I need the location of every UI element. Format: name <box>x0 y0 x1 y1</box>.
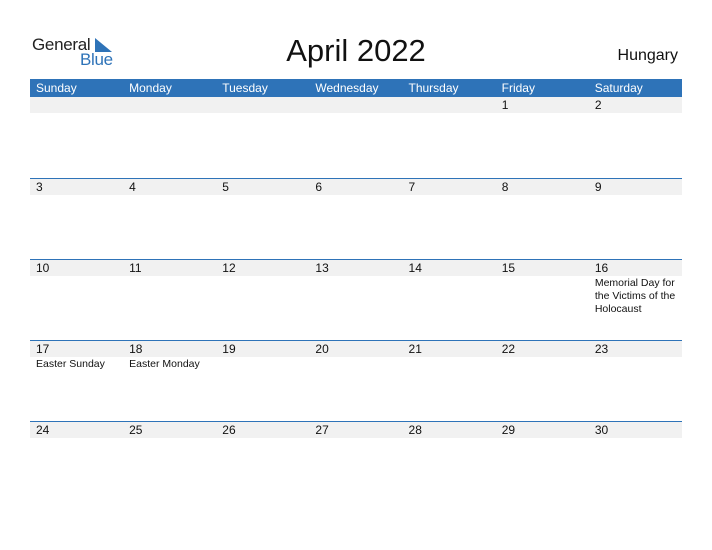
day-number: 12 <box>222 261 236 275</box>
day-cell: 28 <box>403 422 496 502</box>
day-cell: 26 <box>216 422 309 502</box>
weekday-header: Sunday Monday Tuesday Wednesday Thursday… <box>30 79 682 97</box>
day-cell: 23 <box>589 341 682 421</box>
day-number: 2 <box>594 98 602 112</box>
week-row: 10 11 12 13 14 15 16 Memorial Day for the Victi… <box>30 259 682 340</box>
day-number: 5 <box>222 180 229 194</box>
day-cell: 18 Easter Monday <box>123 341 216 421</box>
weeks-container: 1 2 3 4 5 6 7 8 9 10 11 12 13 14 15 16 Memorial Day for … <box>30 97 682 502</box>
day-number: 6 <box>315 180 323 194</box>
day-number: 23 <box>594 342 609 356</box>
day-cell: 22 <box>496 341 589 421</box>
day-cell: 16 Memorial Day for the Victims of the Ho… <box>589 260 682 340</box>
day-cell: 14 <box>403 260 496 340</box>
day-cell: 5 <box>216 179 309 259</box>
day-number: 3 <box>36 180 43 194</box>
day-cell: 12 <box>216 260 309 340</box>
weekday-friday: Friday <box>501 81 535 95</box>
day-cell: 3 <box>30 179 123 259</box>
day-cell: 20 <box>309 341 402 421</box>
day-number: 27 <box>315 423 329 437</box>
day-cell: 7 <box>403 179 496 259</box>
day-number <box>222 97 309 113</box>
weekday-thursday: Thursday <box>408 81 459 95</box>
calendar-title: April 2022 <box>286 33 426 68</box>
day-number: 7 <box>408 180 416 194</box>
day-cell: 11 <box>123 260 216 340</box>
day-number: 13 <box>315 261 329 275</box>
week-row: 17 Easter Sunday 18 Easter Monday 19 20 21 22 23 <box>30 340 682 421</box>
week-row: 3 4 5 6 7 8 9 <box>30 178 682 259</box>
day-number: 29 <box>501 423 516 437</box>
day-number: 25 <box>129 423 143 437</box>
day-number: 20 <box>315 342 329 356</box>
day-cell: 21 <box>403 341 496 421</box>
day-number <box>315 97 402 113</box>
day-cell <box>123 97 216 178</box>
day-number: 26 <box>222 423 236 437</box>
day-cell: 10 <box>30 260 123 340</box>
day-cell: 19 <box>216 341 309 421</box>
day-number <box>129 97 216 113</box>
day-number <box>36 97 123 113</box>
day-number: 28 <box>408 423 422 437</box>
day-number: 21 <box>408 342 422 356</box>
day-cell: 27 <box>309 422 402 502</box>
weekday-tuesday: Tuesday <box>222 81 268 95</box>
day-cell <box>309 97 402 178</box>
day-number: 8 <box>501 180 509 194</box>
day-cell <box>403 97 496 178</box>
day-number: 16 <box>594 261 609 275</box>
day-number: 19 <box>222 342 236 356</box>
day-number: 15 <box>501 261 516 275</box>
weekday-monday: Monday <box>129 81 172 95</box>
holiday-label: Easter Monday <box>129 358 200 370</box>
day-number: 18 <box>129 342 143 356</box>
day-number: 4 <box>129 180 136 194</box>
day-cell <box>216 97 309 178</box>
calendar-grid: Sunday Monday Tuesday Wednesday Thursday… <box>30 79 682 502</box>
day-cell <box>30 97 123 178</box>
day-number: 9 <box>594 180 602 194</box>
day-cell: 4 <box>123 179 216 259</box>
day-cell: 17 Easter Sunday <box>30 341 123 421</box>
day-cell: 24 <box>30 422 123 502</box>
day-number: 24 <box>36 423 50 437</box>
holiday-label: Memorial Day for the Victims of the Holo… <box>594 277 676 315</box>
day-number <box>409 97 496 113</box>
day-cell: 1 <box>496 97 589 178</box>
day-cell: 15 <box>496 260 589 340</box>
day-number: 1 <box>501 98 509 112</box>
day-cell: 9 <box>589 179 682 259</box>
day-cell: 25 <box>123 422 216 502</box>
week-row: 12 <box>30 97 682 178</box>
day-cell: 6 <box>309 179 402 259</box>
country-label: Hungary <box>617 47 678 64</box>
day-number: 30 <box>594 423 609 437</box>
day-number: 11 <box>129 261 142 275</box>
day-number: 10 <box>36 261 50 275</box>
day-cell: 13 <box>309 260 402 340</box>
day-number: 22 <box>501 342 516 356</box>
holiday-label: Easter Sunday <box>36 358 105 370</box>
week-row: 24 25 26 27 28 29 30 <box>30 421 682 502</box>
day-cell: 30 <box>589 422 682 502</box>
day-number: 14 <box>408 261 422 275</box>
weekday-sunday: Sunday <box>36 81 77 95</box>
day-cell: 2 <box>589 97 682 178</box>
day-cell: 8 <box>496 179 589 259</box>
day-cell: 29 <box>496 422 589 502</box>
weekday-saturday: Saturday <box>594 81 643 95</box>
day-number: 17 <box>36 342 50 356</box>
weekday-wednesday: Wednesday <box>315 81 379 95</box>
